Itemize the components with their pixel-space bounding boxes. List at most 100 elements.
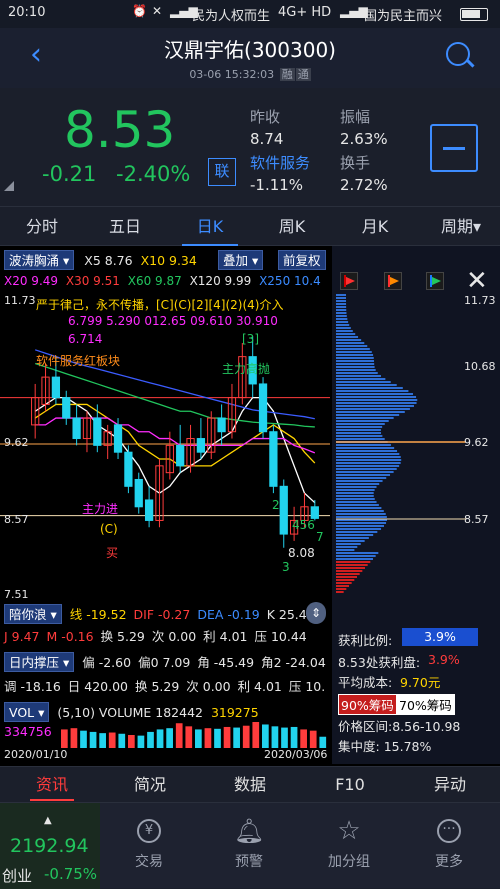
- stock-header: ‹ 汉鼎宇佑(300300) 03-06 15:32:03 融通: [0, 28, 500, 88]
- ind3-ya: 压 10.: [288, 679, 326, 694]
- search-icon[interactable]: [446, 42, 475, 68]
- add-group-label: 加分组: [328, 854, 370, 870]
- tab-profile[interactable]: 简况: [120, 767, 180, 803]
- index-ticker[interactable]: ▲ 2192.94 创业 -0.75%: [0, 803, 100, 889]
- annotation-low-price: 8.08: [288, 546, 315, 560]
- chip-bar: [336, 549, 355, 551]
- indicator2-row2: J 9.47 M -0.16 换 5.29 次 0.00 利 4.01 压 10…: [4, 626, 307, 645]
- overlay-button[interactable]: 叠加 ▾: [218, 250, 264, 270]
- trade-label: 交易: [135, 854, 163, 870]
- volume-bar: [128, 735, 135, 748]
- ind3-tiao: 调 -18.16: [4, 679, 61, 694]
- chip-bar: [336, 372, 378, 374]
- chip-bar: [336, 438, 385, 440]
- overlay-label: 叠加: [223, 253, 249, 268]
- chip-bar: [336, 459, 402, 461]
- chip-70-button[interactable]: 70%筹码: [396, 694, 455, 715]
- alert-button[interactable]: 🔔︎ 预警: [204, 803, 294, 889]
- tab-intraday[interactable]: 分时: [12, 207, 72, 247]
- ind2-dea: DEA -0.19: [197, 607, 260, 622]
- indicator2-button[interactable]: 陪你浪 ▾: [4, 604, 62, 624]
- chip-bar: [336, 537, 369, 539]
- forward-adjust-button[interactable]: 前复权: [278, 250, 326, 270]
- chip-bar: [336, 402, 417, 404]
- chip-bar: [336, 306, 347, 308]
- volume-bar: [262, 724, 269, 748]
- tab-f10[interactable]: F10: [320, 767, 380, 803]
- close-chip-panel-icon[interactable]: ✕: [466, 266, 488, 296]
- chip-bar: [336, 426, 383, 428]
- link-button[interactable]: 联: [208, 158, 236, 186]
- chip-bar: [336, 396, 417, 398]
- chip-bar: [336, 330, 353, 332]
- more-button[interactable]: ··· 更多: [404, 803, 494, 889]
- annotation-sector: 软件服务红板块: [36, 354, 121, 368]
- watchlist-remove-button[interactable]: [430, 124, 478, 172]
- corner-expand-icon[interactable]: [4, 181, 14, 191]
- volume-bar: [195, 729, 202, 748]
- chip-bar: [336, 588, 347, 590]
- concentration-label: 集中度: 15.78%: [338, 736, 431, 755]
- chip-bar: [336, 450, 398, 452]
- status-time: 20:10: [8, 5, 46, 20]
- indicator3-button[interactable]: 日内撑压 ▾: [4, 652, 75, 672]
- tab-five-day[interactable]: 五日: [95, 207, 155, 247]
- volume-ma5: 319275: [210, 705, 259, 720]
- candle: [113, 418, 123, 460]
- tab-weekly-k[interactable]: 周K: [262, 207, 322, 247]
- chip-bar: [336, 339, 362, 341]
- chip-bar: [336, 474, 391, 476]
- scroll-handle-icon[interactable]: ⇕: [306, 602, 326, 624]
- chip-bar: [336, 471, 394, 473]
- expand-up-icon[interactable]: ▲: [44, 815, 52, 826]
- tab-unusual[interactable]: 异动: [420, 767, 480, 803]
- volume-bar: [233, 727, 240, 748]
- volume-bar: [319, 736, 327, 748]
- main-indicator-button[interactable]: 波涛胸涌 ▾: [4, 250, 75, 270]
- notification-mute-icon: ✕: [152, 4, 163, 18]
- indicator3-row1: 日内撑压 ▾ 偏 -2.60 偏0 7.09 角 -45.49 角2 -24.0…: [4, 652, 326, 672]
- volume-bar: [99, 733, 106, 748]
- minus-icon: [443, 147, 465, 150]
- chip-bar: [336, 534, 374, 536]
- chip-bar: [336, 495, 374, 497]
- chip-90-button[interactable]: 90%筹码: [338, 694, 397, 715]
- chip-bar: [336, 369, 376, 371]
- price-range-label-text: 价格区间:: [338, 719, 393, 734]
- sector-link[interactable]: 软件服务: [250, 152, 310, 173]
- add-group-button[interactable]: ☆ 加分组: [304, 803, 394, 889]
- volume-bar: [223, 726, 231, 748]
- candle: [227, 383, 237, 439]
- chip-bar: [336, 525, 385, 527]
- trade-button[interactable]: ¥ 交易: [104, 803, 194, 889]
- chip-bar: [336, 486, 377, 488]
- tab-news[interactable]: 资讯: [22, 767, 82, 803]
- kline-chart-area[interactable]: 波涛胸涌 ▾ X5 8.76 X10 9.34 叠加 ▾ 前复权 X20 9.4…: [0, 246, 500, 766]
- alarm-icon: ⏰: [132, 4, 147, 18]
- tab-monthly-k[interactable]: 月K: [345, 207, 405, 247]
- chip-flag-toggle-icon[interactable]: [384, 272, 402, 290]
- chip-bar: [336, 408, 410, 410]
- ma5-label: X5 8.76: [84, 253, 133, 268]
- tab-data[interactable]: 数据: [220, 767, 280, 803]
- turnover-label: 换手: [340, 154, 371, 172]
- tab-daily-k[interactable]: 日K: [180, 207, 240, 247]
- last-price: 8.53: [64, 101, 176, 159]
- chip-green-toggle-icon[interactable]: [426, 272, 444, 290]
- volume-bar: [242, 725, 250, 748]
- volume-indicator-button[interactable]: VOL ▾: [4, 702, 50, 722]
- ind2-line-value: 线 -19.52: [69, 607, 127, 622]
- tab-period-dropdown[interactable]: 周期▾: [426, 207, 496, 247]
- profit-at-price-label: 8.53处获利盘:: [338, 655, 421, 670]
- annotation-main-sell: 主力高抛: [222, 362, 271, 376]
- kline-chart[interactable]: [0, 294, 330, 594]
- indicator2-name: 陪你浪: [9, 607, 47, 622]
- volume-bar: [156, 729, 164, 748]
- chip-bar: [336, 462, 401, 464]
- candle: [82, 411, 92, 453]
- chip-red-toggle-icon[interactable]: [340, 272, 358, 290]
- chip-bar: [336, 570, 363, 572]
- chip-bar: [336, 417, 394, 419]
- volume-bar: [70, 728, 78, 748]
- connect-badge: 通: [295, 68, 311, 81]
